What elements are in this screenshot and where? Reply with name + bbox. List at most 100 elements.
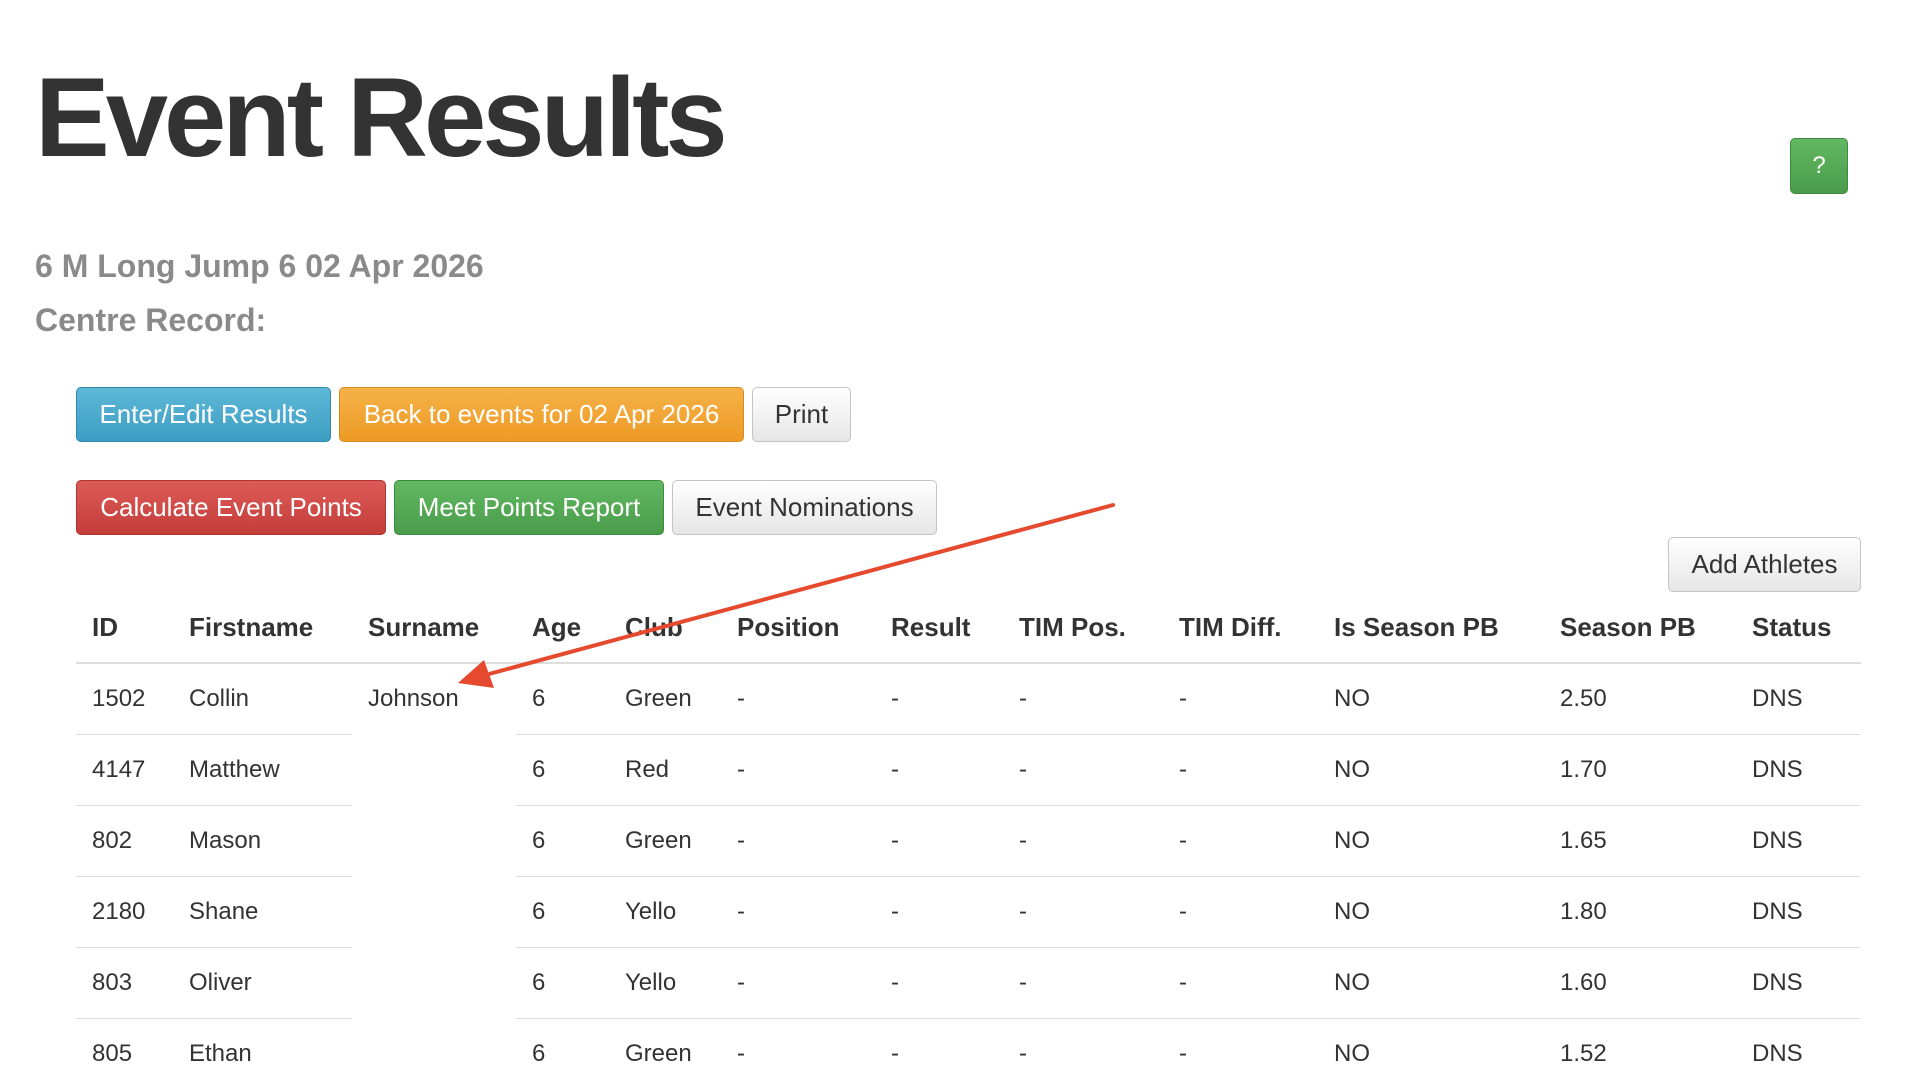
cell-age: 6 [516, 876, 609, 948]
cell-is-season-pb: NO [1334, 685, 1370, 712]
cell-position: - [721, 734, 875, 806]
cell-position: - [721, 947, 875, 1019]
table-row: 803 Oliver 6 Yello - - - - NO 1.60 DNS [76, 947, 1861, 1019]
cell-id: 4147 [76, 734, 173, 806]
firstname-link[interactable]: Mason [173, 805, 352, 877]
cell-status: DNS [1736, 876, 1861, 948]
cell-tim-pos: - [1003, 947, 1163, 1019]
cell-id: 2180 [76, 876, 173, 948]
header-firstname[interactable]: Firstname [173, 592, 352, 664]
cell-id: 802 [76, 805, 173, 877]
page-title: Event Results [35, 55, 728, 180]
table-row: 2180 Shane 6 Yello - - - - NO 1.80 DNS [76, 876, 1861, 948]
cell-result: - [875, 805, 1003, 877]
header-season-pb[interactable]: Season PB [1544, 592, 1736, 664]
cell-surname [352, 735, 516, 806]
cell-tim-pos: - [1003, 1018, 1163, 1068]
cell-tim-diff: - [1163, 876, 1318, 948]
cell-season-pb: 1.80 [1544, 876, 1736, 948]
cell-club: Yello [609, 876, 721, 948]
cell-tim-pos: - [1003, 734, 1163, 806]
cell-club: Red [609, 734, 721, 806]
surname-link[interactable]: Johnson [352, 663, 516, 735]
header-tim-pos[interactable]: TIM Pos. [1003, 592, 1163, 664]
cell-age: 6 [532, 685, 546, 712]
table-header-row: ID Firstname Surname Age Club Position R… [76, 592, 1861, 664]
cell-tim-diff: - [1163, 947, 1318, 1019]
results-table: ID Firstname Surname Age Club Position R… [76, 592, 1861, 1068]
cell-tim-pos: - [1003, 876, 1163, 948]
calculate-event-points-button[interactable]: Calculate Event Points [76, 480, 386, 535]
header-result[interactable]: Result [875, 592, 1003, 664]
cell-status: DNS [1736, 805, 1861, 877]
cell-tim-diff: - [1163, 805, 1318, 877]
cell-tim-diff: - [1163, 734, 1318, 806]
cell-result: - [875, 1018, 1003, 1068]
header-club[interactable]: Club [609, 592, 721, 664]
event-name: 6 M Long Jump 6 02 Apr 2026 [35, 248, 484, 284]
cell-season-pb: 1.65 [1544, 805, 1736, 877]
add-athletes-button[interactable]: Add Athletes [1668, 537, 1861, 592]
header-age[interactable]: Age [516, 592, 609, 664]
cell-surname [352, 806, 516, 877]
header-status[interactable]: Status [1736, 592, 1861, 664]
cell-surname [352, 877, 516, 948]
cell-season-pb: 2.50 [1560, 685, 1607, 712]
cell-surname [352, 1019, 516, 1068]
table-row: 1502 Collin Johnson 6 Green - - - - NO 2… [76, 663, 1861, 735]
cell-tim-pos: - [1019, 685, 1027, 712]
cell-club: Yello [609, 947, 721, 1019]
print-button[interactable]: Print [752, 387, 851, 442]
cell-tim-pos: - [1003, 805, 1163, 877]
firstname-link[interactable]: Oliver [173, 947, 352, 1019]
table-row: 802 Mason 6 Green - - - - NO 1.65 DNS [76, 805, 1861, 877]
cell-is-season-pb: NO [1318, 876, 1544, 948]
cell-status: DNS [1736, 947, 1861, 1019]
firstname-link[interactable]: Matthew [173, 734, 352, 806]
centre-record-label: Centre Record: [35, 302, 267, 338]
cell-is-season-pb: NO [1318, 734, 1544, 806]
cell-is-season-pb: NO [1318, 1018, 1544, 1068]
header-tim-diff[interactable]: TIM Diff. [1163, 592, 1318, 664]
event-results-page: Event Results ? 6 M Long Jump 6 02 Apr 2… [0, 0, 1914, 1068]
cell-season-pb: 1.70 [1544, 734, 1736, 806]
cell-id: 805 [76, 1018, 173, 1068]
cell-position: - [721, 876, 875, 948]
cell-id: 803 [76, 947, 173, 1019]
cell-result: - [875, 876, 1003, 948]
header-is-season-pb[interactable]: Is Season PB [1318, 592, 1544, 664]
cell-result: - [875, 734, 1003, 806]
header-surname[interactable]: Surname [352, 592, 516, 664]
cell-status: DNS [1736, 1018, 1861, 1068]
cell-club: Green [609, 805, 721, 877]
back-to-events-button[interactable]: Back to events for 02 Apr 2026 [339, 387, 744, 442]
cell-status: DNS [1736, 734, 1861, 806]
table-row: 805 Ethan 6 Green - - - - NO 1.52 DNS [76, 1018, 1861, 1068]
header-id[interactable]: ID [76, 592, 173, 664]
help-button[interactable]: ? [1790, 138, 1848, 194]
cell-club: Green [625, 685, 692, 712]
firstname-link[interactable]: Shane [173, 876, 352, 948]
cell-club: Green [609, 1018, 721, 1068]
enter-edit-results-button[interactable]: Enter/Edit Results [76, 387, 331, 442]
firstname-link[interactable]: Collin [173, 663, 352, 735]
cell-id: 1502 [92, 685, 146, 712]
cell-age: 6 [516, 805, 609, 877]
cell-age: 6 [516, 1018, 609, 1068]
cell-tim-diff: - [1163, 1018, 1318, 1068]
cell-position: - [721, 805, 875, 877]
cell-position: - [721, 1018, 875, 1068]
meet-points-report-button[interactable]: Meet Points Report [394, 480, 664, 535]
cell-is-season-pb: NO [1318, 947, 1544, 1019]
cell-position: - [737, 685, 745, 712]
cell-tim-diff: - [1179, 685, 1187, 712]
firstname-link[interactable]: Ethan [173, 1018, 352, 1068]
table-row: 4147 Matthew 6 Red - - - - NO 1.70 DNS [76, 734, 1861, 806]
event-nominations-button[interactable]: Event Nominations [672, 480, 937, 535]
cell-is-season-pb: NO [1318, 805, 1544, 877]
cell-season-pb: 1.52 [1544, 1018, 1736, 1068]
cell-age: 6 [516, 947, 609, 1019]
header-position[interactable]: Position [721, 592, 875, 664]
cell-surname [352, 948, 516, 1019]
cell-season-pb: 1.60 [1544, 947, 1736, 1019]
